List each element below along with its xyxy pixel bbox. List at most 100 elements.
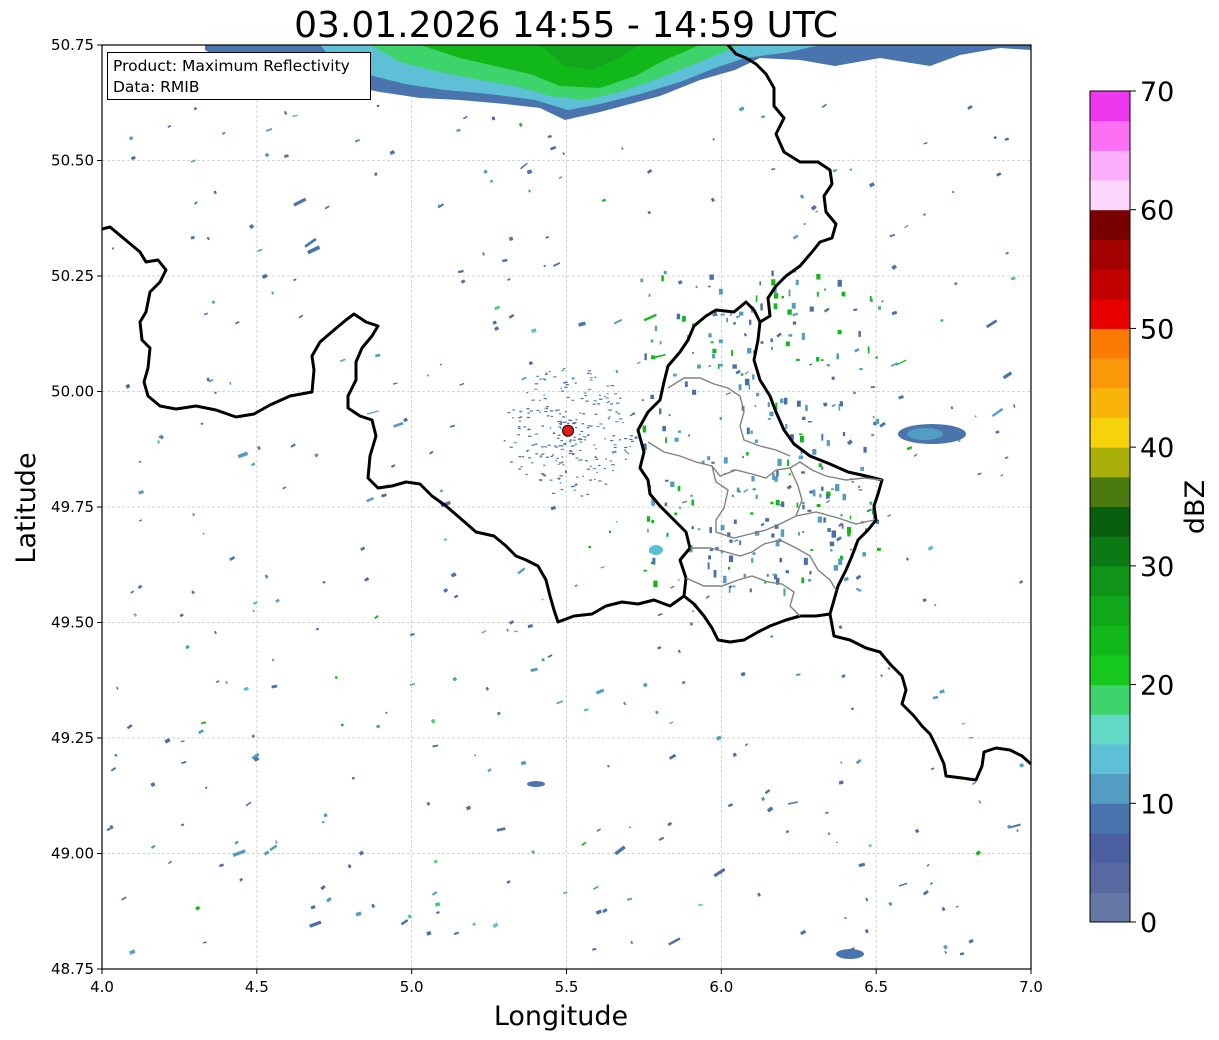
colorbar-band xyxy=(1090,298,1130,329)
clutter-pixel xyxy=(570,445,573,447)
echo-speckle xyxy=(647,528,649,533)
echo-speckle xyxy=(851,480,855,483)
echo-speckle xyxy=(831,488,835,490)
clutter-pixel xyxy=(545,372,548,374)
echo-speckle xyxy=(746,451,749,456)
y-tick-label: 49.25 xyxy=(51,729,94,747)
clutter-pixel xyxy=(544,446,548,448)
echo-speckle xyxy=(776,470,779,477)
echo-speckle xyxy=(666,532,669,537)
clutter-pixel xyxy=(575,419,578,421)
clutter-pixel xyxy=(541,473,545,475)
clutter-pixel xyxy=(528,457,532,459)
clutter-pixel xyxy=(596,403,601,405)
clutter-pixel xyxy=(566,396,570,399)
clutter-pixel xyxy=(558,445,562,447)
echo-speckle xyxy=(739,540,742,546)
clutter-pixel xyxy=(518,420,521,422)
clutter-pixel xyxy=(513,442,518,444)
clutter-pixel xyxy=(512,409,515,411)
echo-speckle xyxy=(837,329,842,335)
clutter-pixel xyxy=(605,458,608,460)
echo-speckle xyxy=(817,516,823,523)
clutter-pixel xyxy=(588,370,591,372)
echo-speckle xyxy=(750,430,753,434)
echo-speckle xyxy=(729,313,732,316)
echo-speckle xyxy=(644,353,647,361)
colorbar-band xyxy=(1090,91,1130,122)
clutter-pixel xyxy=(582,413,586,415)
clutter-pixel xyxy=(571,453,575,455)
echo-speckle xyxy=(774,476,778,482)
echo-speckle xyxy=(707,456,711,461)
echo-speckle xyxy=(650,339,654,343)
clutter-pixel xyxy=(588,479,593,481)
echo-cell-small xyxy=(649,545,663,555)
echo-speckle xyxy=(648,293,651,297)
echo-speckle xyxy=(796,502,799,508)
clutter-pixel xyxy=(552,432,556,435)
echo-speckle xyxy=(867,346,870,354)
echo-speckle xyxy=(827,528,831,532)
clutter-pixel xyxy=(612,435,616,437)
echo-speckle xyxy=(783,397,788,405)
clutter-pixel xyxy=(572,439,576,441)
colorbar-tick-label: 40 xyxy=(1140,433,1174,464)
echo-speckle xyxy=(831,530,837,538)
clutter-pixel xyxy=(619,418,623,420)
clutter-pixel xyxy=(558,423,563,425)
map-title: 03.01.2026 14:55 - 14:59 UTC xyxy=(294,5,838,46)
echo-speckle xyxy=(659,408,662,415)
echo-cell-south xyxy=(527,781,545,787)
clutter-pixel xyxy=(573,422,577,424)
echo-speckle xyxy=(759,281,762,286)
echo-speckle xyxy=(820,359,824,361)
colorbar-band xyxy=(1090,773,1130,804)
echo-speckle xyxy=(836,353,840,360)
y-tick-label: 50.50 xyxy=(51,152,94,170)
clutter-pixel xyxy=(569,439,572,442)
clutter-pixel xyxy=(554,446,558,448)
clutter-pixel xyxy=(560,387,563,389)
data-source-line: Data: RMIB xyxy=(113,78,200,96)
colorbar-band xyxy=(1090,209,1130,240)
echo-speckle xyxy=(801,471,805,474)
clutter-pixel xyxy=(518,456,522,458)
echo-speckle xyxy=(847,530,851,537)
clutter-pixel xyxy=(559,482,562,484)
echo-speckle xyxy=(780,529,785,537)
clutter-pixel xyxy=(594,456,597,458)
echo-speckle xyxy=(785,341,790,347)
echo-speckle xyxy=(858,489,863,491)
x-tick-label: 4.5 xyxy=(245,978,269,996)
echo-speckle xyxy=(816,273,821,280)
echo-speckle xyxy=(777,458,782,466)
clutter-pixel xyxy=(561,369,564,372)
echo-speckle xyxy=(651,519,655,523)
clutter-pixel xyxy=(538,479,543,481)
clutter-pixel xyxy=(589,465,592,467)
clutter-pixel xyxy=(571,399,574,401)
clutter-pixel xyxy=(553,431,555,433)
clutter-pixel xyxy=(583,439,586,441)
clutter-pixel xyxy=(596,425,600,428)
map-area xyxy=(101,44,1032,970)
echo-speckle xyxy=(710,341,714,344)
echo-speckle xyxy=(754,439,758,443)
y-tick-label: 50.00 xyxy=(51,383,94,401)
echo-speckle xyxy=(805,404,808,412)
clutter-pixel xyxy=(546,415,550,417)
echo-speckle xyxy=(783,588,786,596)
echo-speckle xyxy=(841,291,846,297)
echo-speckle xyxy=(665,437,667,444)
colorbar-band xyxy=(1090,476,1130,507)
echo-speckle xyxy=(788,473,792,475)
y-axis-ticks: 48.75 49.00 49.25 49.50 49.75 50.00 50.25 50.50… xyxy=(51,36,102,978)
clutter-pixel xyxy=(542,378,546,380)
clutter-pixel xyxy=(573,489,576,491)
clutter-pixel xyxy=(543,475,547,477)
clutter-pixel xyxy=(598,480,602,482)
radar-site-marker xyxy=(562,424,575,437)
clutter-pixel xyxy=(582,475,584,477)
clutter-pixel xyxy=(560,440,563,442)
